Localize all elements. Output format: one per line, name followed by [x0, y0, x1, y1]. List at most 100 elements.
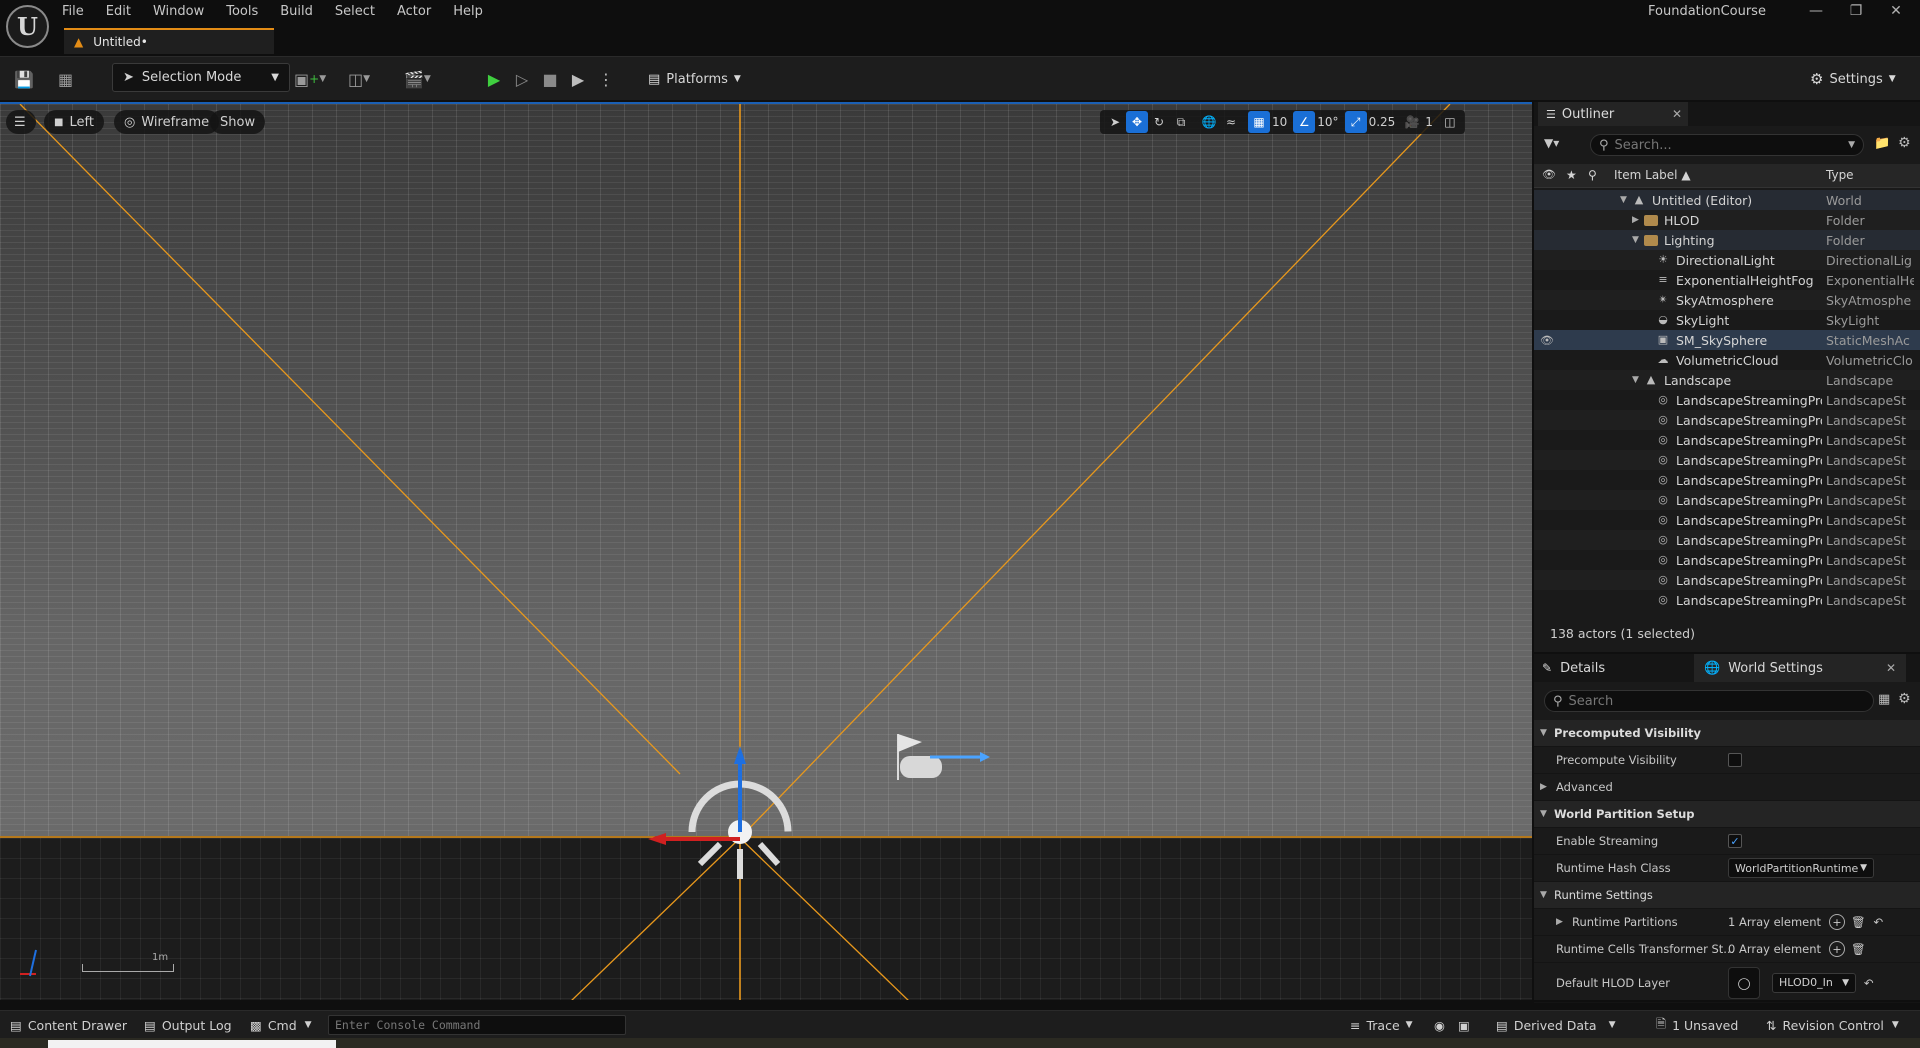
reset-icon[interactable]: ↶ — [1864, 976, 1874, 990]
details-settings-icon[interactable]: ⚙ — [1898, 691, 1911, 707]
outliner-row[interactable]: ◎ LandscapeStreamingPro: LandscapeSt — [1534, 550, 1920, 570]
derived-data-dropdown[interactable]: ▤ Derived Data ▼ — [1496, 1011, 1616, 1039]
show-button[interactable]: Show — [210, 110, 266, 134]
category-runtime-settings[interactable]: ▼ Runtime Settings — [1534, 882, 1920, 909]
settings-dropdown[interactable]: ⚙ Settings ▼ — [1810, 67, 1896, 91]
cinematics-icon[interactable]: 🎬 ▼ — [404, 67, 431, 91]
type-header[interactable]: Type — [1826, 168, 1854, 182]
trash-icon[interactable]: 🗑 — [1851, 915, 1866, 929]
rotate-tool-icon[interactable]: ↻ — [1148, 111, 1170, 133]
menu-select[interactable]: Select — [335, 2, 375, 22]
scale-tool-icon[interactable]: ⧉ — [1170, 111, 1192, 133]
minimize-icon[interactable]: — — [1796, 0, 1836, 24]
close-window-icon[interactable]: ✕ — [1876, 0, 1916, 24]
reset-icon[interactable]: ↶ — [1874, 915, 1884, 929]
outliner-row[interactable]: ☀ DirectionalLight DirectionalLig — [1534, 250, 1920, 270]
favorite-column-icon[interactable]: ★ — [1566, 168, 1577, 182]
filter-icon[interactable]: ▼▾ — [1544, 136, 1559, 150]
rotation-snap-icon[interactable]: ∠ — [1293, 111, 1316, 133]
menu-help[interactable]: Help — [453, 2, 483, 22]
eject-icon[interactable]: ▶ — [564, 65, 592, 93]
level-tab[interactable]: ▲ Untitled• — [64, 28, 274, 54]
expand-arrow-icon[interactable]: ▼ — [1632, 235, 1639, 245]
platforms-dropdown[interactable]: ▤ Platforms ▼ — [648, 67, 741, 91]
viewport-menu-icon[interactable]: ☰ — [6, 110, 36, 134]
outliner-tab[interactable]: ☰ Outliner ✕ — [1538, 102, 1688, 126]
enable-streaming-checkbox[interactable]: ✓ — [1728, 834, 1742, 848]
details-search-input[interactable]: ⚲ Search — [1544, 690, 1874, 712]
outliner-row[interactable]: ◎ LandscapeStreamingPro: LandscapeSt — [1534, 410, 1920, 430]
outliner-row[interactable]: ◎ LandscapeStreamingPro: LandscapeSt — [1534, 430, 1920, 450]
grid-snap-icon[interactable]: ▦ — [1248, 111, 1270, 133]
outliner-row[interactable]: 👁 ▣ SM_SkySphere StaticMeshAc — [1534, 330, 1920, 350]
outliner-row[interactable]: ◎ LandscapeStreamingPro: LandscapeSt — [1534, 470, 1920, 490]
default-hlod-layer-dropdown[interactable]: HLOD0_In ▼ — [1772, 972, 1856, 993]
outliner-settings-icon[interactable]: ⚙ — [1898, 135, 1911, 151]
trace-dropdown[interactable]: ≡ Trace ▼ — [1350, 1011, 1413, 1039]
visibility-column-icon[interactable]: 👁 — [1542, 168, 1556, 181]
pin-column-icon[interactable]: ⚲ — [1588, 168, 1597, 182]
add-folder-icon[interactable]: 📁 — [1874, 136, 1890, 151]
visibility-eye-icon[interactable]: 👁 — [1540, 334, 1554, 347]
outliner-row[interactable]: ◎ LandscapeStreamingPro: LandscapeSt — [1534, 570, 1920, 590]
outliner-row[interactable]: ✴ SkyAtmosphere SkyAtmosphe — [1534, 290, 1920, 310]
menu-window[interactable]: Window — [153, 2, 204, 22]
menu-actor[interactable]: Actor — [397, 2, 431, 22]
table-view-icon[interactable]: ▦ — [1878, 692, 1890, 707]
unreal-logo-icon[interactable]: U — [6, 5, 49, 48]
grid-snap-value[interactable]: 10 — [1272, 115, 1287, 129]
scale-snap-icon[interactable]: ⤢ — [1344, 111, 1367, 133]
asset-thumbnail-icon[interactable]: ◯ — [1728, 966, 1760, 999]
expand-arrow-icon[interactable]: ▼ — [1632, 375, 1639, 385]
property-advanced[interactable]: ▶ Advanced — [1534, 774, 1920, 801]
blueprint-icon[interactable]: ◫ ▼ — [348, 67, 370, 91]
outliner-row[interactable]: ▼ ▲ Landscape Landscape — [1534, 370, 1920, 390]
restore-icon[interactable]: ❐ — [1836, 0, 1876, 24]
add-actor-icon[interactable]: ▣ + ▼ — [294, 67, 326, 91]
maximize-viewport-icon[interactable]: ◫ — [1439, 111, 1461, 133]
menu-tools[interactable]: Tools — [226, 2, 258, 22]
world-settings-tab[interactable]: 🌐 World Settings ✕ — [1694, 654, 1906, 682]
menu-file[interactable]: File — [62, 2, 84, 22]
outliner-row[interactable]: ◒ SkyLight SkyLight — [1534, 310, 1920, 330]
scale-snap-value[interactable]: 0.25 — [1369, 115, 1396, 129]
runtime-hash-class-dropdown[interactable]: WorldPartitionRuntime ▼ — [1728, 858, 1874, 878]
add-element-icon[interactable]: + — [1829, 914, 1846, 930]
record-icon[interactable]: ◉ — [1434, 1011, 1445, 1039]
outliner-row[interactable]: ◎ LandscapeStreamingPro: LandscapeSt — [1534, 530, 1920, 550]
select-tool-icon[interactable]: ➤ — [1104, 111, 1126, 133]
selection-mode-dropdown[interactable]: ➤ Selection Mode ▼ — [112, 63, 290, 92]
stop-icon[interactable]: ■ — [536, 65, 564, 93]
outliner-row[interactable]: ◎ LandscapeStreamingPro: LandscapeSt — [1534, 590, 1920, 610]
outliner-row[interactable]: ▶ HLOD Folder — [1534, 210, 1920, 230]
category-world-partition-setup[interactable]: ▼ World Partition Setup — [1534, 801, 1920, 828]
cmd-dropdown[interactable]: ▩ Cmd ▼ — [250, 1011, 312, 1039]
details-tab[interactable]: ✎ Details — [1542, 654, 1692, 682]
precompute-visibility-checkbox[interactable] — [1728, 753, 1742, 767]
outliner-row[interactable]: ≡ ExponentialHeightFog ExponentialHe — [1534, 270, 1920, 290]
outliner-row[interactable]: ◎ LandscapeStreamingPro: LandscapeSt — [1534, 510, 1920, 530]
unsaved-button[interactable]: 🗎 1 Unsaved — [1656, 1011, 1738, 1039]
revision-control-dropdown[interactable]: ⇅ Revision Control ▼ — [1766, 1011, 1899, 1039]
property-runtime-partitions[interactable]: ▶ Runtime Partitions 1 Array element + 🗑… — [1534, 909, 1920, 936]
close-icon[interactable]: ✕ — [1886, 661, 1896, 675]
expand-arrow-icon[interactable]: ▶ — [1632, 215, 1639, 225]
item-label-header[interactable]: Item Label ▲ — [1614, 168, 1691, 182]
world-space-icon[interactable]: 🌐 — [1198, 111, 1220, 133]
outliner-row[interactable]: ◎ LandscapeStreamingPro: LandscapeSt — [1534, 450, 1920, 470]
close-icon[interactable]: ✕ — [1672, 107, 1682, 121]
screenshot-icon[interactable]: ▣ — [1458, 1011, 1470, 1039]
menu-edit[interactable]: Edit — [106, 2, 131, 22]
output-log-button[interactable]: ▤ Output Log — [144, 1011, 232, 1039]
view-type-button[interactable]: ■ Left — [44, 110, 104, 134]
level-viewport[interactable]: ☰ ■ Left ◎ Wireframe Show ➤ ✥ ↻ ⧉ 🌐 ≈ ▦ … — [0, 102, 1532, 1000]
trash-icon[interactable]: 🗑 — [1851, 942, 1866, 956]
expand-arrow-icon[interactable]: ▼ — [1620, 195, 1627, 205]
console-command-input[interactable]: Enter Console Command — [328, 1015, 626, 1035]
content-drawer-button[interactable]: ▤ Content Drawer — [10, 1011, 127, 1039]
outliner-search-input[interactable]: ⚲ Search... ▼ — [1590, 134, 1864, 156]
browse-level-icon[interactable]: ▦ — [58, 67, 73, 91]
outliner-row[interactable]: ▼ Lighting Folder — [1534, 230, 1920, 250]
play-options-icon[interactable]: ⋮ — [592, 65, 620, 93]
play-icon[interactable]: ▶ — [480, 65, 508, 93]
